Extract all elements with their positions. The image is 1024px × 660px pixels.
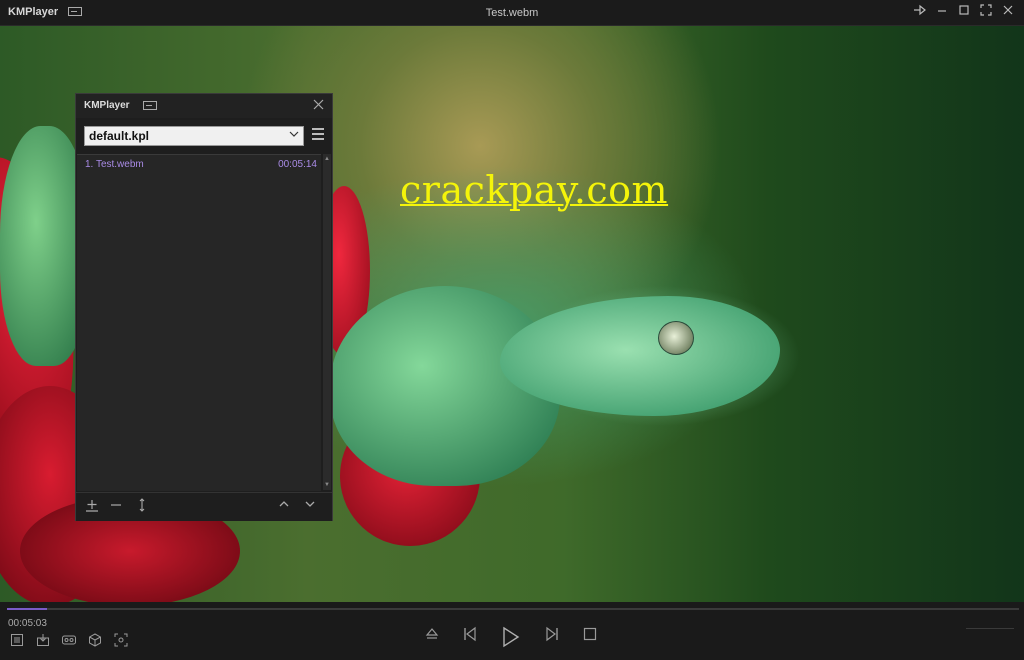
maximize-icon[interactable] [956, 4, 972, 20]
playlist-scrollbar[interactable]: ▲ ▼ [323, 154, 331, 490]
download-icon[interactable] [34, 633, 52, 649]
play-icon[interactable] [498, 626, 522, 648]
move-up-icon[interactable] [276, 498, 292, 514]
volume-slider[interactable] [966, 628, 1014, 635]
playlist-close-icon[interactable] [313, 98, 324, 113]
watermark-text: crackpay.com [400, 168, 669, 212]
list-item-duration: 00:05:14 [278, 159, 317, 170]
playlist-list: 1. Test.webm 00:05:14 [77, 154, 321, 491]
stop-icon[interactable] [578, 626, 602, 648]
fullscreen-icon[interactable] [978, 4, 994, 20]
previous-icon[interactable] [458, 626, 482, 648]
current-time: 00:05:03 [8, 618, 47, 629]
list-item[interactable]: 1. Test.webm 00:05:14 [77, 155, 321, 173]
playlist-mini-icon[interactable] [143, 101, 157, 110]
seek-progress [7, 608, 48, 610]
remove-icon[interactable] [108, 498, 124, 514]
close-icon[interactable] [1000, 4, 1016, 20]
playlist-panel: KMPlayer default.kpl 1. Test.webm 00:05:… [75, 93, 333, 521]
playlist-toggle-icon[interactable] [8, 633, 26, 649]
snake-head [500, 296, 780, 416]
window-title: Test.webm [485, 7, 539, 19]
playlist-menu-icon[interactable] [312, 128, 324, 143]
sort-icon[interactable] [134, 498, 150, 514]
playlist-select-value: default.kpl [89, 129, 150, 143]
3d-cube-icon[interactable] [86, 633, 104, 649]
list-item-name: 1. Test.webm [85, 159, 144, 170]
playlist-select[interactable]: default.kpl [84, 126, 304, 146]
control-bar: 00:05:03 [0, 602, 1024, 660]
pin-icon[interactable] [912, 4, 928, 20]
title-bar: KMPlayer Test.webm [0, 0, 1024, 26]
minimize-icon[interactable] [934, 4, 950, 20]
chevron-down-icon [289, 127, 299, 145]
playlist-title: KMPlayer [84, 100, 130, 111]
eject-icon[interactable] [420, 626, 444, 648]
playlist-header[interactable]: KMPlayer [76, 94, 332, 118]
playlist-footer [76, 492, 332, 521]
scroll-up-icon[interactable]: ▲ [323, 156, 331, 162]
next-icon[interactable] [540, 626, 564, 648]
scroll-down-icon[interactable]: ▼ [323, 482, 331, 488]
capture-icon[interactable] [112, 633, 130, 649]
add-icon[interactable] [84, 498, 100, 514]
seek-bar[interactable] [7, 608, 1019, 610]
vr-icon[interactable] [60, 633, 78, 649]
move-down-icon[interactable] [302, 498, 318, 514]
snake-eye [658, 321, 694, 355]
